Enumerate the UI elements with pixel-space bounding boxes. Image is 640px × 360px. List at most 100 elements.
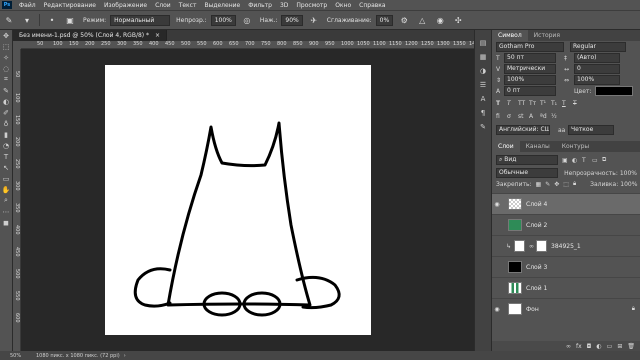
layer-name[interactable]: Фон — [526, 306, 539, 313]
eye-icon[interactable]: ◉ — [492, 306, 502, 313]
link-layers-icon[interactable]: ∞ — [566, 343, 571, 350]
brush-tool-icon[interactable]: ✎ — [3, 14, 15, 26]
menu-window[interactable]: Окно — [331, 2, 355, 9]
layer-name[interactable]: Слой 1 — [526, 285, 547, 292]
document-tab[interactable]: Без имени-1.psd @ 50% (Слой 4, RGB/8) * … — [13, 30, 167, 41]
fx-icon[interactable]: fx — [576, 343, 582, 350]
pressure-field[interactable]: 90% — [281, 14, 303, 26]
adjustments-icon[interactable]: ◑ — [475, 64, 491, 78]
tab-paths[interactable]: Контуры — [556, 141, 595, 152]
lock-artboard-icon[interactable]: ⬚ — [563, 181, 569, 188]
brush-tool-icon[interactable]: ✐ — [0, 107, 12, 118]
strikethrough-icon[interactable]: T — [573, 100, 584, 107]
text-color-swatch[interactable] — [595, 86, 634, 96]
lock-paint-icon[interactable]: ✎ — [545, 181, 550, 188]
opacity-value[interactable]: 100% — [620, 170, 637, 177]
eyedropper-tool-icon[interactable]: ✎ — [0, 85, 12, 96]
adjustment-layer-icon[interactable]: ◐ — [596, 343, 601, 350]
tab-layers[interactable]: Слои — [492, 141, 520, 152]
fill-value[interactable]: 100% — [620, 181, 637, 188]
layer-row[interactable]: ↳ ∞ 384925_1 — [492, 235, 640, 256]
pressure-opacity-icon[interactable]: ◎ — [241, 14, 253, 26]
airbrush-icon[interactable]: ✈ — [308, 14, 320, 26]
brush-settings-icon[interactable]: ▣ — [64, 14, 76, 26]
marquee-tool-icon[interactable]: ⬚ — [0, 41, 12, 52]
trash-icon[interactable]: 🗑︎ — [627, 343, 635, 350]
new-layer-icon[interactable]: ⊞ — [617, 343, 622, 350]
opacity-field[interactable]: 100% — [210, 14, 236, 26]
antialias-select[interactable]: Четкое — [568, 125, 614, 135]
link-icon[interactable]: ∞ — [529, 243, 534, 250]
zoom-level[interactable]: 50% — [10, 353, 36, 359]
history-icon[interactable]: ▤ — [475, 36, 491, 50]
stylistic-icon[interactable]: st — [518, 113, 529, 120]
layer-filter-select[interactable]: ⌕ Вид — [496, 155, 558, 165]
canvas-area[interactable] — [21, 49, 490, 351]
chevron-down-icon[interactable]: ▾ — [21, 14, 33, 26]
gear-icon[interactable]: ⚙ — [398, 14, 410, 26]
menu-3d[interactable]: 3D — [276, 2, 292, 9]
group-icon[interactable]: ▭ — [607, 343, 613, 350]
character-icon[interactable]: A — [475, 92, 491, 106]
layer-name[interactable]: 384925_1 — [551, 243, 581, 250]
filter-type-icon[interactable]: T — [582, 157, 592, 164]
baseline-field[interactable]: 0 пт — [504, 86, 556, 96]
faux-italic-icon[interactable]: T — [507, 100, 518, 107]
small-caps-icon[interactable]: Tт — [529, 100, 540, 107]
lock-icon[interactable]: 🔒︎ — [573, 180, 576, 188]
filter-smart-icon[interactable]: ⧉ — [602, 156, 612, 164]
properties-icon[interactable]: ☰ — [475, 78, 491, 92]
ordinal-icon[interactable]: ªd — [540, 113, 551, 120]
stamp-tool-icon[interactable]: ♁ — [0, 118, 12, 129]
paragraph-icon[interactable]: ¶ — [475, 106, 491, 120]
quick-select-tool-icon[interactable]: ◌ — [0, 63, 12, 74]
move-tool-icon[interactable]: ✥ — [0, 30, 12, 41]
kerning-select[interactable]: Метрически — [504, 64, 556, 74]
menu-file[interactable]: Файл — [15, 2, 40, 9]
document-info[interactable]: 1080 пикс. x 1080 пикс. (72 ppi) — [36, 353, 120, 359]
layer-row[interactable]: ◉ Слой 4 — [492, 193, 640, 214]
tab-character[interactable]: Символ — [492, 30, 528, 41]
symmetry-icon[interactable]: ✣ — [452, 14, 464, 26]
filter-pixel-icon[interactable]: ▣ — [562, 157, 572, 164]
ligature-icon[interactable]: ﬁ — [496, 113, 507, 120]
lock-move-icon[interactable]: ✥ — [554, 181, 559, 188]
filter-adjust-icon[interactable]: ◐ — [572, 157, 582, 164]
swash-icon[interactable]: A — [529, 113, 540, 120]
menu-edit[interactable]: Редактирование — [40, 2, 100, 9]
horizontal-ruler[interactable]: 50 100 150 200 250 300 350 400 450 500 550 600 650 70… — [21, 41, 490, 49]
menu-type[interactable]: Текст — [175, 2, 201, 9]
brush-preset-icon[interactable]: • — [46, 14, 58, 26]
filter-shape-icon[interactable]: ▭ — [592, 157, 602, 164]
tab-channels[interactable]: Каналы — [520, 141, 556, 152]
eye-icon[interactable]: ◉ — [492, 201, 502, 208]
font-family-select[interactable]: Gotham Pro — [496, 42, 564, 52]
lock-pixels-icon[interactable]: ▦ — [536, 181, 542, 188]
shape-tool-icon[interactable]: ▭ — [0, 173, 12, 184]
all-caps-icon[interactable]: TT — [518, 100, 529, 107]
chevron-right-icon[interactable]: › — [124, 353, 126, 359]
eraser-tool-icon[interactable]: ▮ — [0, 129, 12, 140]
menu-image[interactable]: Изображение — [100, 2, 151, 9]
layer-row[interactable]: Слой 2 — [492, 214, 640, 235]
leading-field[interactable]: (Авто) — [574, 53, 620, 63]
tab-history[interactable]: История — [528, 30, 566, 41]
type-tool-icon[interactable]: T — [0, 151, 12, 162]
document-canvas[interactable] — [105, 65, 371, 335]
menu-select[interactable]: Выделение — [200, 2, 244, 9]
superscript-icon[interactable]: T¹ — [540, 100, 551, 107]
hand-tool-icon[interactable]: ✋ — [0, 184, 12, 195]
crop-tool-icon[interactable]: ⌗ — [0, 74, 12, 85]
blend-mode-select[interactable]: Обычные — [496, 168, 559, 178]
healing-tool-icon[interactable]: ◐ — [0, 96, 12, 107]
close-icon[interactable]: × — [155, 32, 160, 39]
pressure-size-icon[interactable]: ◉ — [434, 14, 446, 26]
swatches-icon[interactable]: ▦ — [475, 50, 491, 64]
menu-help[interactable]: Справка — [355, 2, 389, 9]
layer-name[interactable]: Слой 2 — [526, 222, 547, 229]
smoothing-field[interactable]: 0% — [375, 14, 394, 26]
layer-name[interactable]: Слой 3 — [526, 264, 547, 271]
zoom-tool-icon[interactable]: ⌕ — [0, 195, 12, 206]
ornament-icon[interactable]: ơ — [507, 113, 518, 120]
layer-row[interactable]: ◉ Фон 🔒︎ — [492, 298, 640, 319]
